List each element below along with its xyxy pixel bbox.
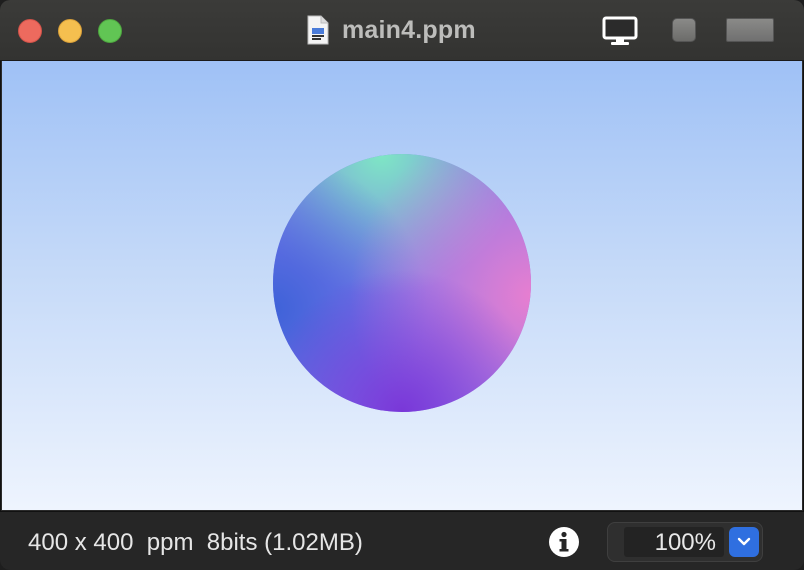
minimize-button[interactable] bbox=[58, 19, 82, 43]
window-rect-button[interactable] bbox=[726, 18, 774, 42]
window-title-group: main4.ppm bbox=[306, 13, 476, 47]
monitor-icon[interactable] bbox=[602, 16, 638, 46]
zoom-dropdown-button[interactable] bbox=[729, 527, 759, 557]
window-title: main4.ppm bbox=[342, 15, 476, 44]
title-bar[interactable]: main4.ppm bbox=[0, 0, 804, 61]
zoom-value: 100% bbox=[654, 529, 716, 556]
image-canvas bbox=[2, 61, 802, 510]
viewer-window: main4.ppm 400 x 400 ppm 8bits (1.02MB) 1… bbox=[0, 0, 804, 570]
zoom-button[interactable] bbox=[98, 19, 122, 43]
window-square-button[interactable] bbox=[672, 18, 696, 42]
info-icon[interactable] bbox=[548, 526, 580, 558]
rendered-sphere bbox=[273, 154, 531, 412]
close-button[interactable] bbox=[18, 19, 42, 43]
image-info-text: 400 x 400 ppm 8bits (1.02MB) bbox=[28, 529, 363, 556]
zoom-control[interactable]: 100% bbox=[607, 522, 763, 562]
chevron-down-icon bbox=[737, 537, 751, 546]
status-bar: 400 x 400 ppm 8bits (1.02MB) 100% bbox=[0, 511, 804, 570]
zoom-field[interactable]: 100% bbox=[624, 527, 724, 557]
document-icon bbox=[306, 15, 330, 45]
